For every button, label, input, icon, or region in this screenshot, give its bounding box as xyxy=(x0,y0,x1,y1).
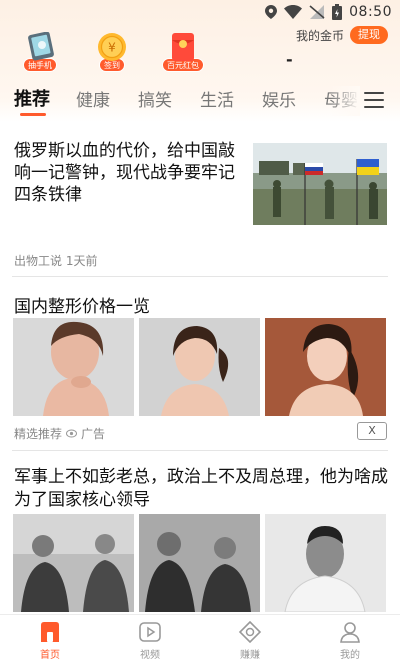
news-thumbnail[interactable] xyxy=(253,143,387,225)
tab-entertainment[interactable]: 娱乐 xyxy=(262,86,296,111)
home-icon xyxy=(41,622,59,642)
tab-health[interactable]: 健康 xyxy=(76,86,110,111)
news-title[interactable]: 军事上不如彭老总，政治上不及周总理，他为啥成为了国家核心领导 xyxy=(14,466,390,512)
nav-video[interactable]: 视频 xyxy=(100,615,200,667)
promo-phone-draw[interactable]: 抽手机 xyxy=(13,31,67,76)
ad-source-label: 精选推荐 xyxy=(14,427,63,441)
coin-amount: - xyxy=(286,50,293,69)
earn-icon xyxy=(238,621,262,643)
red-envelope-icon xyxy=(165,32,201,62)
nav-home[interactable]: 首页 xyxy=(0,615,100,667)
video-icon xyxy=(139,622,161,642)
status-icons: 08:50 xyxy=(265,4,392,20)
nav-profile[interactable]: 我的 xyxy=(300,615,400,667)
active-tab-indicator xyxy=(20,113,46,116)
tabs-fade xyxy=(330,86,360,116)
news-image[interactable] xyxy=(265,514,386,612)
ad-eye-icon xyxy=(66,429,78,438)
nav-label: 视频 xyxy=(140,650,160,661)
ad-image[interactable] xyxy=(139,318,260,416)
menu-icon[interactable] xyxy=(364,92,384,108)
ad-source: 精选推荐 广告 xyxy=(14,425,105,442)
coins-label: 我的金币 xyxy=(295,28,344,43)
coin-icon: ¥ xyxy=(94,32,130,62)
tab-life[interactable]: 生活 xyxy=(200,86,234,111)
phone-gift-icon xyxy=(22,31,58,62)
news-meta: 出物工说 1天前 xyxy=(14,254,98,268)
promo-red-envelope[interactable]: 百元红包 xyxy=(156,32,210,76)
nav-label: 我的 xyxy=(340,650,360,661)
ad-image[interactable] xyxy=(265,318,386,416)
news-title[interactable]: 俄罗斯以血的代价，给中国敲响一记警钟，现代战争要牢记四条铁律 xyxy=(14,140,246,206)
divider xyxy=(12,276,388,277)
close-ad-button[interactable]: X xyxy=(357,422,387,440)
promo-check-in[interactable]: ¥ 签到 xyxy=(85,32,139,76)
withdraw-button[interactable]: 提现 xyxy=(350,26,388,44)
tab-recommend[interactable]: 推荐 xyxy=(14,85,50,111)
wifi-icon xyxy=(284,5,303,19)
my-coins: 我的金币 提现 xyxy=(296,26,388,44)
nav-label: 赚赚 xyxy=(240,650,260,661)
no-signal-icon xyxy=(309,5,325,19)
status-time: 08:50 xyxy=(349,4,392,20)
tab-funny[interactable]: 搞笑 xyxy=(138,86,172,111)
ad-label: 广告 xyxy=(81,427,106,441)
location-icon xyxy=(265,5,278,19)
profile-icon xyxy=(340,622,360,643)
category-tabs: 推荐 健康 搞笑 生活 娱乐 母婴 xyxy=(0,86,400,118)
ad-title[interactable]: 国内整形价格一览 xyxy=(14,292,150,317)
divider xyxy=(12,450,388,451)
status-bar: 08:50 xyxy=(0,0,400,26)
nav-earn[interactable]: 赚赚 xyxy=(200,615,300,667)
news-image[interactable] xyxy=(13,514,134,612)
ad-image[interactable] xyxy=(13,318,134,416)
nav-label: 首页 xyxy=(40,650,60,661)
coin-glyph: ¥ xyxy=(108,41,116,55)
battery-icon xyxy=(332,4,343,20)
news-image[interactable] xyxy=(139,514,260,612)
bottom-navigation: 首页 视频 赚赚 我的 xyxy=(0,614,400,667)
